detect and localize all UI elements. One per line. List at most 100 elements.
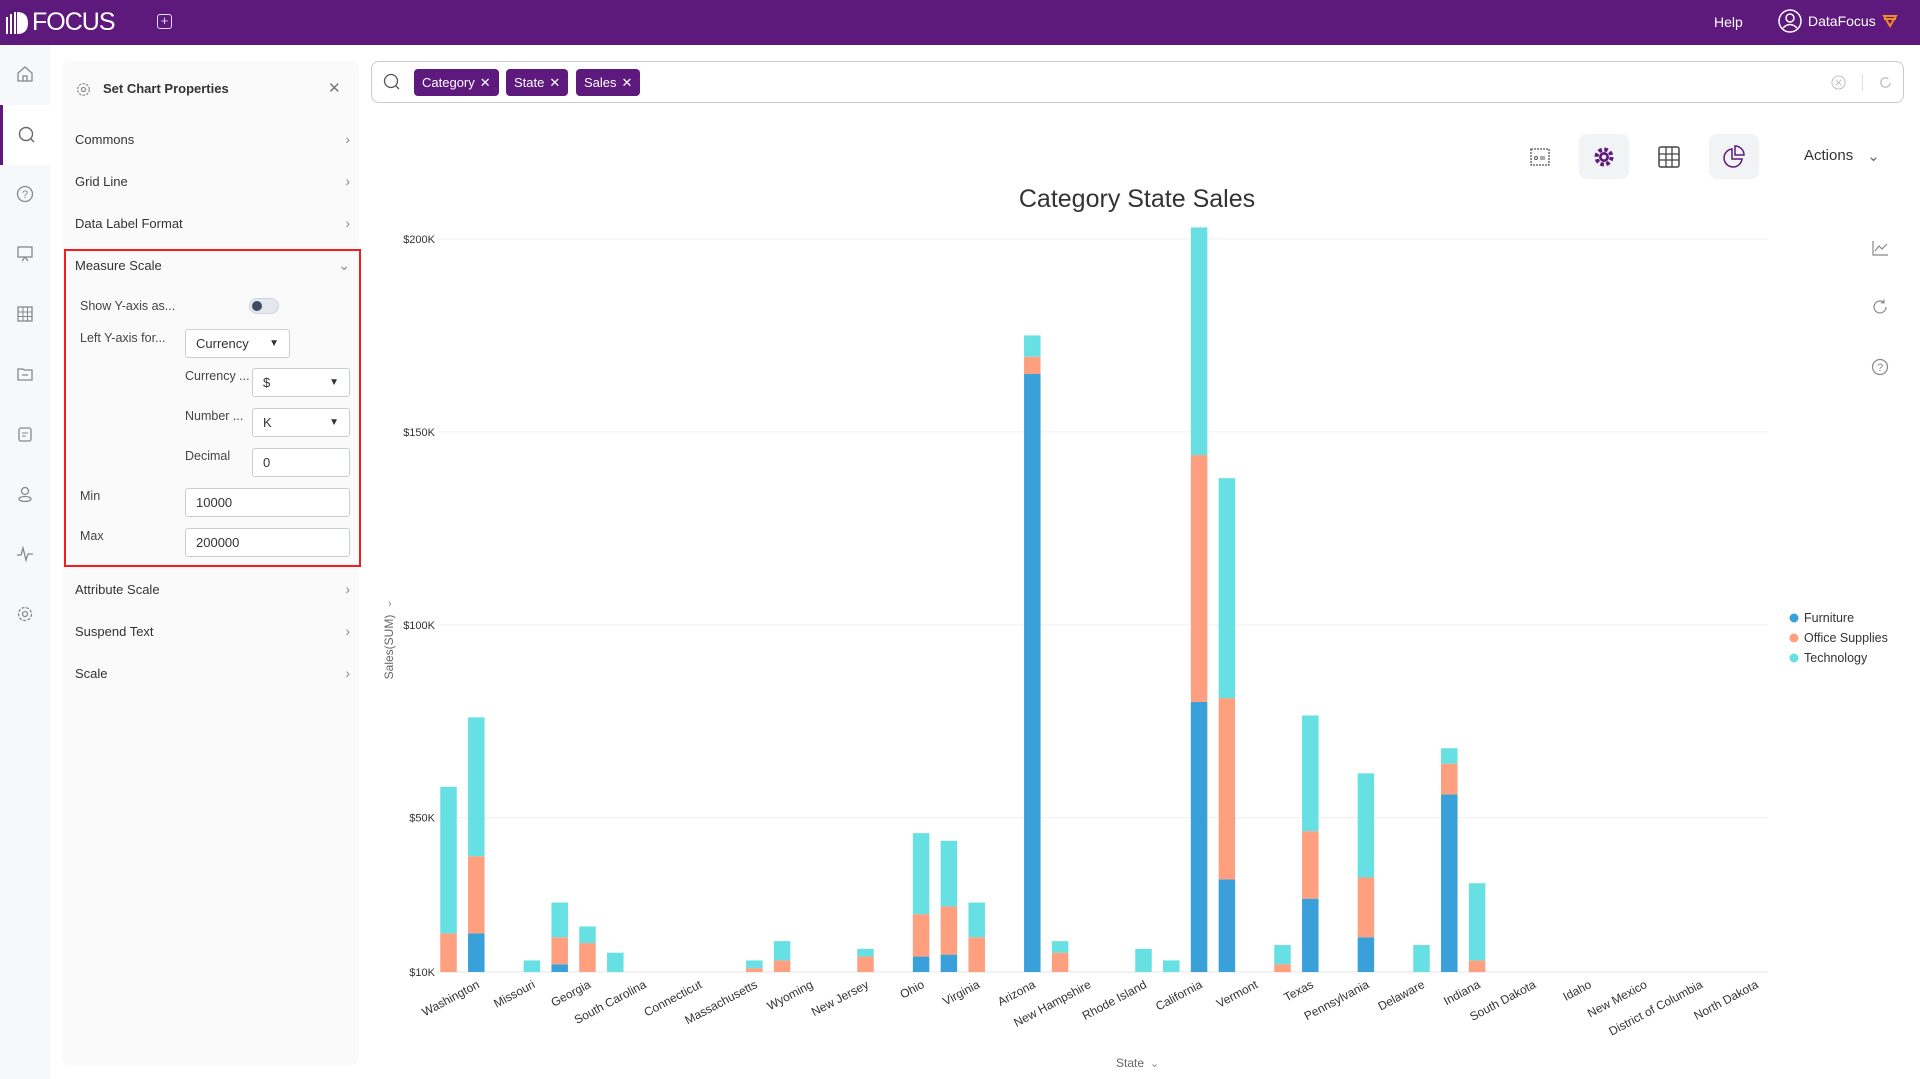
section-data-label-format[interactable]: Data Label Format › xyxy=(75,211,350,235)
folder-icon[interactable] xyxy=(0,354,50,394)
section-attribute-scale[interactable]: Attribute Scale › xyxy=(75,577,350,601)
home-icon[interactable] xyxy=(0,54,50,94)
bar-segment-office-supplies[interactable] xyxy=(1441,763,1458,795)
bar-segment-office-supplies[interactable] xyxy=(940,906,958,955)
bar-segment-technology[interactable] xyxy=(940,840,958,907)
bar-segment-technology[interactable] xyxy=(1413,944,1430,972)
section-suspend-text[interactable]: Suspend Text › xyxy=(75,619,350,643)
data-source-button[interactable] xyxy=(1515,134,1565,179)
table-view-button[interactable] xyxy=(1644,134,1694,179)
bar-segment-office-supplies[interactable] xyxy=(773,960,791,972)
bar-segment-technology[interactable] xyxy=(1302,715,1319,832)
bar-segment-technology[interactable] xyxy=(1218,478,1236,699)
bar-segment-technology[interactable] xyxy=(579,926,596,944)
help-icon[interactable]: ? xyxy=(0,174,50,214)
bar-segment-furniture[interactable] xyxy=(551,964,568,972)
table-icon[interactable] xyxy=(0,294,50,334)
remove-chip-icon[interactable]: ✕ xyxy=(549,75,560,91)
bar-segment-office-supplies[interactable] xyxy=(1274,964,1291,972)
refresh-icon[interactable] xyxy=(1868,295,1892,319)
bar-segment-office-supplies[interactable] xyxy=(440,933,457,972)
bar-segment-office-supplies[interactable] xyxy=(1357,877,1375,938)
bar-segment-office-supplies[interactable] xyxy=(579,943,596,972)
section-grid-line[interactable]: Grid Line › xyxy=(75,169,350,193)
search-chip-sales[interactable]: Sales ✕ xyxy=(576,69,641,96)
search-bar[interactable]: Category ✕ State ✕ Sales ✕ xyxy=(371,61,1904,103)
bar-segment-office-supplies[interactable] xyxy=(551,937,568,965)
user-icon[interactable] xyxy=(0,474,50,514)
bar-segment-technology[interactable] xyxy=(440,786,457,934)
search-chip-category[interactable]: Category ✕ xyxy=(414,69,499,96)
remove-chip-icon[interactable]: ✕ xyxy=(622,75,633,91)
bar-segment-furniture[interactable] xyxy=(912,956,930,972)
chart-type-button[interactable] xyxy=(1709,134,1759,179)
search-icon[interactable] xyxy=(0,105,50,165)
section-commons[interactable]: Commons › xyxy=(75,127,350,151)
refresh-icon[interactable] xyxy=(1878,75,1893,90)
bar-segment-technology[interactable] xyxy=(746,960,763,969)
chevron-right-icon: › xyxy=(345,665,350,681)
bar-segment-technology[interactable] xyxy=(607,952,624,972)
section-label: Grid Line xyxy=(75,173,128,189)
bar-segment-technology[interactable] xyxy=(1163,960,1180,972)
bar-segment-technology[interactable] xyxy=(968,902,985,938)
legend-item[interactable]: Office Supplies xyxy=(1804,631,1888,645)
bar-segment-furniture[interactable] xyxy=(940,954,958,972)
bar-segment-technology[interactable] xyxy=(1441,748,1458,764)
bar-segment-office-supplies[interactable] xyxy=(468,856,485,934)
bar-segment-furniture[interactable] xyxy=(1190,701,1208,972)
bar-segment-office-supplies[interactable] xyxy=(1218,698,1236,880)
bar-segment-furniture[interactable] xyxy=(1218,879,1236,972)
pulse-icon[interactable] xyxy=(0,534,50,574)
help-link[interactable]: Help xyxy=(1714,14,1743,30)
add-tab-button[interactable]: + xyxy=(157,14,172,29)
bar-segment-technology[interactable] xyxy=(1357,773,1375,878)
bar-segment-furniture[interactable] xyxy=(1024,374,1041,972)
y-tick-label: $10K xyxy=(409,967,435,979)
search-chip-state[interactable]: State ✕ xyxy=(506,69,569,96)
bar-segment-office-supplies[interactable] xyxy=(857,956,874,972)
bar-segment-technology[interactable] xyxy=(773,941,791,961)
actions-dropdown[interactable]: Actions ⌄ xyxy=(1804,147,1880,165)
legend-item[interactable]: Technology xyxy=(1804,651,1868,665)
chevron-right-icon: › xyxy=(345,131,350,147)
bar-segment-technology[interactable] xyxy=(1051,941,1069,953)
bar-segment-furniture[interactable] xyxy=(1302,898,1319,972)
help-icon[interactable]: ? xyxy=(1868,355,1892,379)
bar-segment-office-supplies[interactable] xyxy=(968,937,985,972)
bar-segment-technology[interactable] xyxy=(551,902,568,938)
bar-segment-technology[interactable] xyxy=(1024,335,1041,357)
close-icon[interactable]: ✕ xyxy=(328,79,341,97)
bar-segment-office-supplies[interactable] xyxy=(1024,356,1041,375)
bar-segment-office-supplies[interactable] xyxy=(1302,831,1319,899)
bar-segment-technology[interactable] xyxy=(1468,883,1486,961)
chart-title: Category State Sales xyxy=(1019,185,1255,213)
trend-line-icon[interactable] xyxy=(1868,236,1892,260)
bar-segment-office-supplies[interactable] xyxy=(1051,952,1069,972)
bar-segment-office-supplies[interactable] xyxy=(1190,455,1208,702)
bar-segment-technology[interactable] xyxy=(1274,944,1291,965)
bar-segment-technology[interactable] xyxy=(912,833,930,915)
bar-segment-office-supplies[interactable] xyxy=(1468,960,1486,972)
chart-settings-button[interactable] xyxy=(1579,134,1629,179)
bar-segment-office-supplies[interactable] xyxy=(912,914,930,957)
bar-segment-furniture[interactable] xyxy=(468,933,485,972)
bar-segment-furniture[interactable] xyxy=(1441,794,1458,972)
remove-chip-icon[interactable]: ✕ xyxy=(480,75,491,91)
user-menu[interactable]: DataFocus xyxy=(1778,9,1898,33)
clear-icon[interactable] xyxy=(1831,75,1846,90)
bar-segment-furniture[interactable] xyxy=(1357,937,1375,972)
clipboard-icon[interactable] xyxy=(0,414,50,454)
bar-segment-technology[interactable] xyxy=(1135,948,1152,972)
bar-segment-office-supplies[interactable] xyxy=(746,968,763,972)
legend-item[interactable]: Furniture xyxy=(1804,611,1854,625)
bar-segment-technology[interactable] xyxy=(468,717,485,857)
logo[interactable]: FOCUS xyxy=(6,8,115,37)
gear-icon xyxy=(77,83,90,96)
settings-icon[interactable] xyxy=(0,594,50,634)
section-scale[interactable]: Scale › xyxy=(75,661,350,685)
bar-segment-technology[interactable] xyxy=(1190,227,1208,456)
bar-segment-technology[interactable] xyxy=(857,948,874,957)
bar-segment-technology[interactable] xyxy=(523,960,541,972)
presentation-icon[interactable] xyxy=(0,234,50,274)
